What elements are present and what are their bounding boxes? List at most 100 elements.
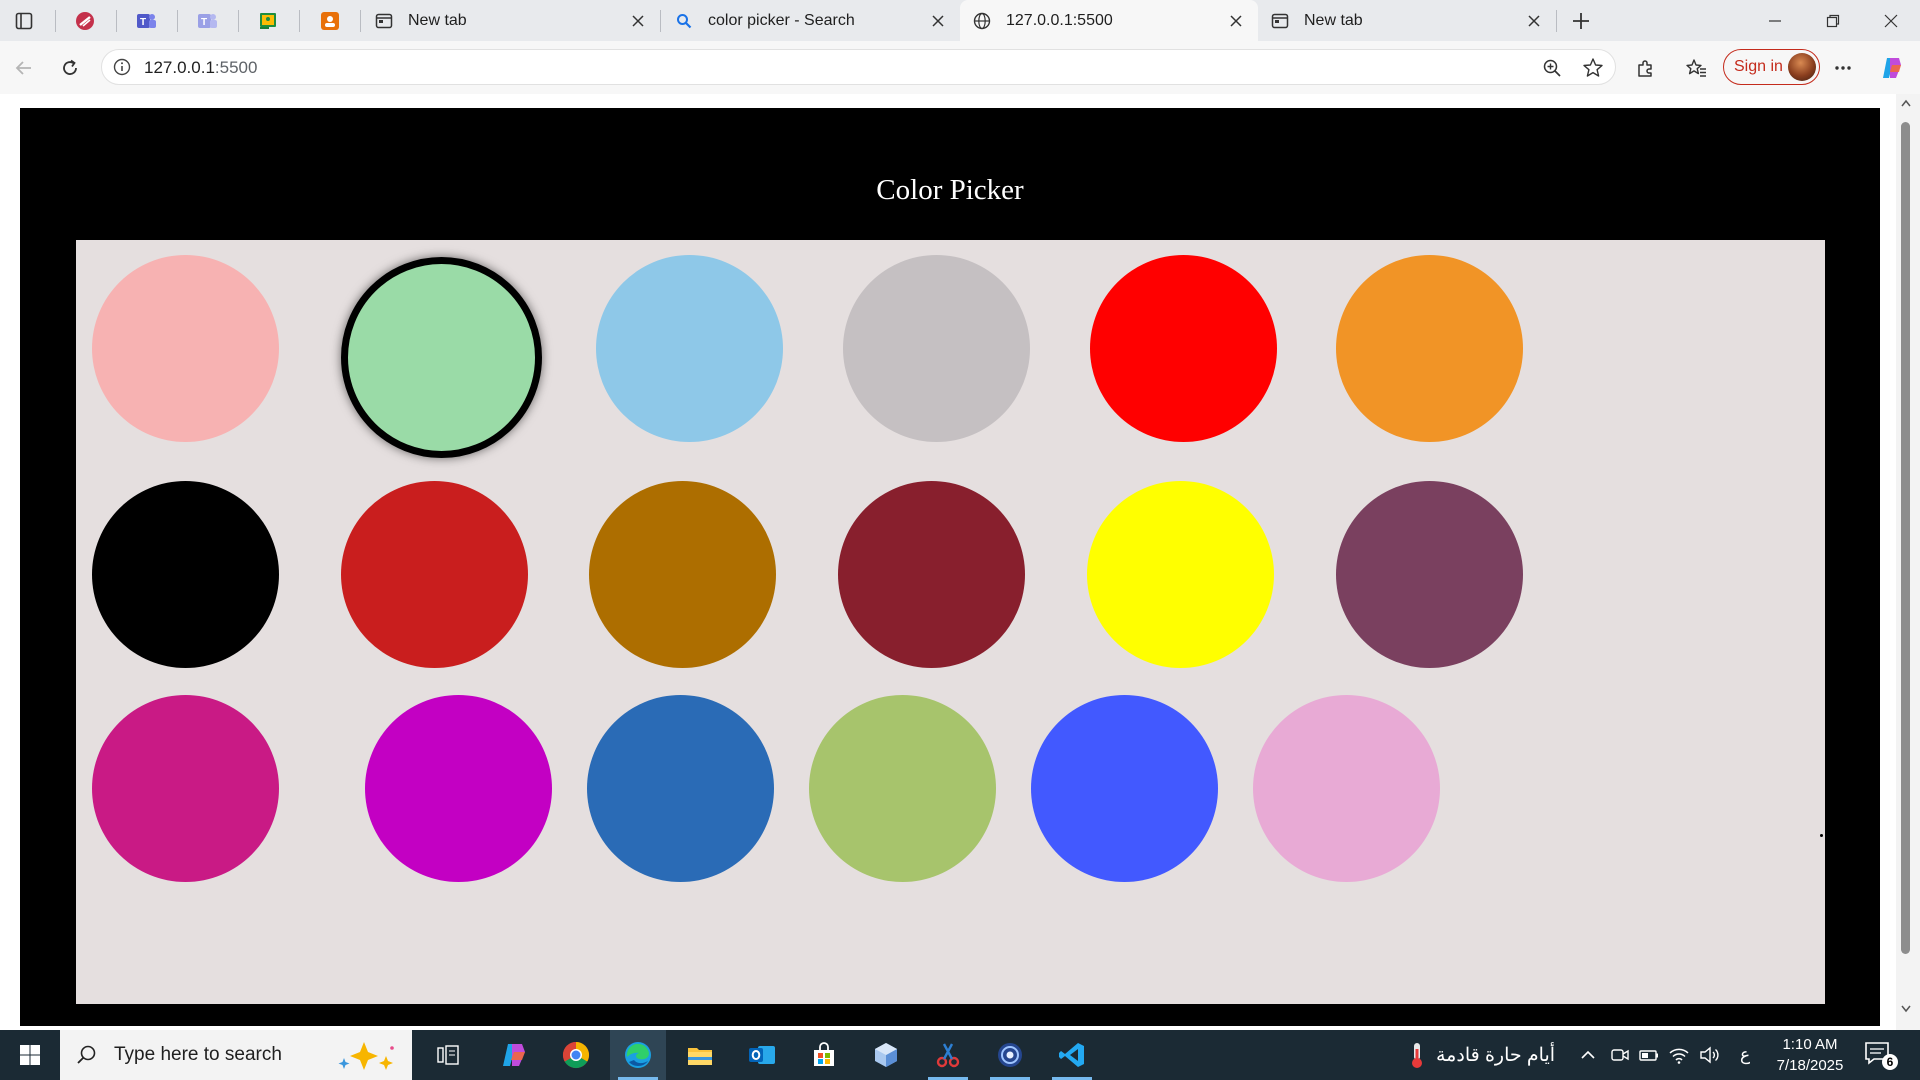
color-swatch-11[interactable] xyxy=(1087,481,1274,668)
favorites-icon xyxy=(1686,59,1706,77)
tab-color-picker-search[interactable]: color picker - Search xyxy=(662,0,960,41)
taskbar-file-explorer[interactable] xyxy=(672,1030,728,1080)
color-swatch-13[interactable] xyxy=(92,695,279,882)
tab-new-tab[interactable]: New tab xyxy=(362,0,660,41)
scroll-down-icon[interactable] xyxy=(1899,1002,1913,1016)
close-window-button[interactable] xyxy=(1862,0,1920,41)
taskbar-snipping-tool[interactable] xyxy=(920,1030,976,1080)
taskbar-3d-app[interactable] xyxy=(858,1030,914,1080)
minimize-icon xyxy=(1769,19,1781,22)
battery-icon[interactable] xyxy=(1638,1030,1660,1080)
color-swatch-10[interactable] xyxy=(838,481,1025,668)
copilot-button[interactable] xyxy=(1876,52,1908,84)
wifi-icon[interactable] xyxy=(1668,1030,1690,1080)
color-swatch-4[interactable] xyxy=(843,255,1030,442)
vscode-icon xyxy=(1059,1043,1084,1067)
sign-in-button[interactable]: Sign in xyxy=(1723,49,1820,85)
new-tab-button[interactable] xyxy=(1566,6,1596,36)
url-port: :5500 xyxy=(214,58,258,77)
color-swatch-1[interactable] xyxy=(92,255,279,442)
clock-date: 7/18/2025 xyxy=(1776,1057,1844,1074)
puzzle-icon xyxy=(1638,60,1652,77)
chevron-up-icon xyxy=(1581,1050,1595,1059)
color-swatch-17[interactable] xyxy=(1031,695,1218,882)
pinned-app-icon[interactable] xyxy=(71,8,99,34)
color-swatch-8[interactable] xyxy=(341,481,528,668)
task-view-button[interactable] xyxy=(420,1030,476,1080)
taskbar-app[interactable] xyxy=(982,1030,1038,1080)
tab-title: color picker - Search xyxy=(708,11,855,29)
taskbar-copilot[interactable] xyxy=(486,1030,542,1080)
color-swatch-3[interactable] xyxy=(596,255,783,442)
address-bar[interactable]: 127.0.0.1:5500 xyxy=(101,49,1616,85)
svg-text:T: T xyxy=(201,17,207,28)
tab-localhost[interactable]: 127.0.0.1:5500 xyxy=(960,0,1258,41)
teams-icon[interactable]: T xyxy=(132,8,160,34)
notification-center-button[interactable]: 6 xyxy=(1864,1040,1898,1070)
minimize-button[interactable] xyxy=(1746,0,1804,41)
taskbar-microsoft-store[interactable] xyxy=(796,1030,852,1080)
store-icon xyxy=(814,1042,834,1066)
scrollbar-thumb[interactable] xyxy=(1901,122,1910,954)
favorites-button[interactable] xyxy=(1680,52,1712,84)
taskbar-vscode[interactable] xyxy=(1044,1030,1100,1080)
color-swatch-15[interactable] xyxy=(587,695,774,882)
windows-taskbar: Type here to search أيام حارة قادمة ع 1:… xyxy=(0,1030,1920,1080)
sidebar-toggle-icon[interactable] xyxy=(10,8,38,34)
color-swatch-6[interactable] xyxy=(1336,255,1523,442)
avatar xyxy=(1788,53,1816,81)
search-icon xyxy=(74,1042,100,1068)
color-swatch-7[interactable] xyxy=(92,481,279,668)
cube-icon xyxy=(875,1043,897,1067)
close-icon[interactable] xyxy=(1224,9,1248,33)
color-swatch-2[interactable] xyxy=(341,257,542,458)
taskbar-clock[interactable]: 1:10 AM 7/18/2025 xyxy=(1760,1034,1860,1076)
color-swatch-18[interactable] xyxy=(1253,695,1440,882)
close-icon[interactable] xyxy=(626,9,650,33)
tab-new-tab[interactable]: New tab xyxy=(1258,0,1556,41)
scroll-up-icon[interactable] xyxy=(1899,96,1913,110)
newtab-icon xyxy=(1270,11,1290,31)
start-button[interactable] xyxy=(0,1030,60,1080)
sign-in-label: Sign in xyxy=(1734,58,1783,75)
task-view-icon xyxy=(437,1045,459,1065)
zoom-icon[interactable] xyxy=(1539,55,1565,81)
refresh-icon xyxy=(63,59,77,75)
input-language[interactable]: ع xyxy=(1740,1030,1750,1080)
close-icon[interactable] xyxy=(1522,9,1546,33)
volume-icon[interactable] xyxy=(1698,1030,1720,1080)
clock-time: 1:10 AM xyxy=(1782,1036,1838,1053)
vertical-scrollbar[interactable] xyxy=(1896,94,1920,1030)
more-options-button[interactable] xyxy=(1827,52,1859,84)
refresh-button[interactable] xyxy=(54,52,86,84)
svg-text:T: T xyxy=(140,17,146,28)
color-swatch-5[interactable] xyxy=(1090,255,1277,442)
site-info-icon[interactable] xyxy=(112,57,132,77)
taskbar-outlook[interactable] xyxy=(734,1030,790,1080)
presentation-app-icon[interactable] xyxy=(316,8,344,34)
teams-icon[interactable]: T xyxy=(193,8,221,34)
page-body: Color Picker xyxy=(20,108,1880,1026)
folder-icon xyxy=(688,1048,712,1065)
close-icon[interactable] xyxy=(926,9,950,33)
classroom-icon[interactable] xyxy=(254,8,282,34)
taskbar-search-box[interactable]: Type here to search xyxy=(60,1030,412,1080)
meet-icon[interactable] xyxy=(1610,1030,1630,1080)
globe-icon xyxy=(972,11,992,31)
tab-title: 127.0.0.1:5500 xyxy=(1006,11,1113,29)
outlook-icon xyxy=(749,1046,775,1064)
color-swatch-9[interactable] xyxy=(589,481,776,668)
weather-widget[interactable]: أيام حارة قادمة xyxy=(1406,1030,1555,1080)
color-swatch-12[interactable] xyxy=(1336,481,1523,668)
stray-dot xyxy=(1820,834,1823,837)
taskbar-chrome[interactable] xyxy=(548,1030,604,1080)
taskbar-edge[interactable] xyxy=(610,1030,666,1080)
back-button[interactable] xyxy=(8,52,40,84)
extensions-button[interactable] xyxy=(1630,52,1662,84)
tab-bar: T T New tab color picker - Search 127.0.… xyxy=(0,0,1920,41)
show-hidden-icons[interactable] xyxy=(1580,1030,1596,1080)
favorite-star-icon[interactable] xyxy=(1580,55,1606,81)
color-swatch-14[interactable] xyxy=(365,695,552,882)
restore-button[interactable] xyxy=(1804,0,1862,41)
color-swatch-16[interactable] xyxy=(809,695,996,882)
